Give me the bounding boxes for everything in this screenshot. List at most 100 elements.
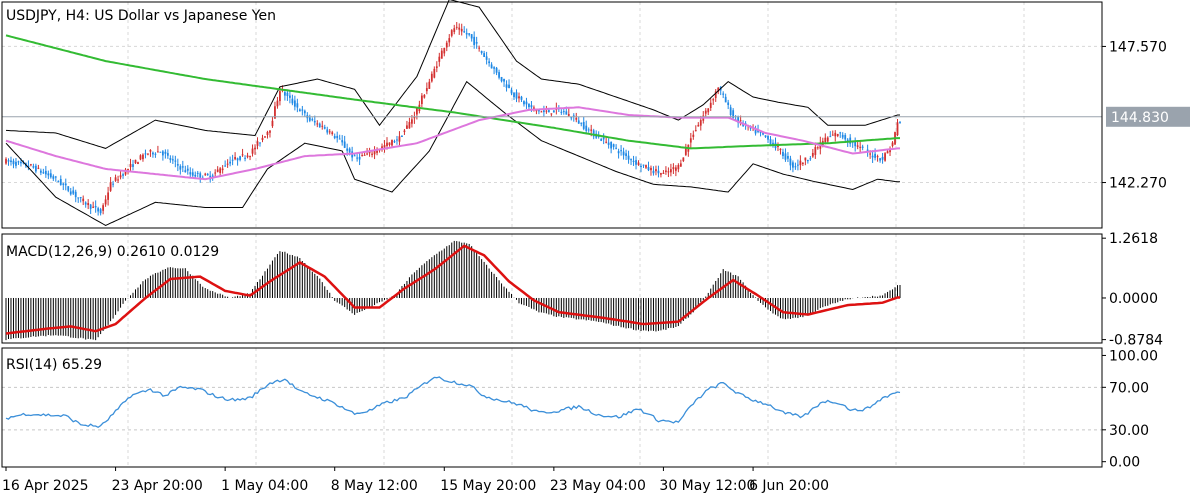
candle-body (291, 98, 294, 104)
bollinger-lower-band (5, 80, 900, 226)
candle-body (500, 76, 503, 82)
candle-body (216, 169, 219, 172)
candle-body (154, 153, 157, 155)
rsi-tick-label: 70.00 (1109, 380, 1149, 396)
candle-body (383, 145, 386, 148)
candle-body (682, 157, 685, 161)
candle-body (874, 153, 876, 158)
candle-body (10, 160, 12, 163)
candle-body (157, 151, 159, 153)
candle-body (498, 72, 500, 78)
candle-body (729, 107, 732, 115)
candle-body (590, 129, 593, 131)
candle-body (59, 178, 62, 185)
candle-body (450, 30, 453, 36)
candle-body (435, 66, 438, 69)
candle-body (610, 142, 613, 149)
candle-body (30, 164, 32, 166)
candle-body (707, 108, 710, 113)
candle-body (338, 138, 341, 140)
candle-body (520, 96, 523, 100)
rsi-line (5, 376, 901, 429)
candle-body (841, 134, 844, 138)
candle-body (32, 166, 35, 168)
candle-body (303, 110, 306, 114)
candle-body (107, 192, 110, 200)
candle-body (510, 89, 513, 94)
candle-body (313, 120, 316, 123)
candle-body (87, 203, 90, 206)
candle-body (39, 170, 42, 173)
candle-body (311, 119, 314, 121)
candle-body (396, 139, 398, 141)
candle-body (401, 136, 403, 138)
rsi-tick-label: 100.00 (1109, 348, 1158, 364)
candle-body (171, 159, 174, 161)
candle-body (645, 165, 647, 168)
candle-body (493, 67, 495, 69)
candle-body (112, 183, 114, 185)
candle-body (194, 174, 197, 177)
candle-body (89, 204, 92, 209)
candle-body (134, 159, 137, 164)
candle-body (79, 197, 82, 199)
candle-body (298, 109, 301, 112)
macd-tick-label: 0.0000 (1109, 291, 1158, 307)
candle-body (655, 169, 657, 172)
current-price-label: 144.830 (1111, 110, 1169, 126)
price-panel (1, 1, 1103, 229)
candle-body (674, 167, 677, 171)
candle-body (181, 166, 184, 168)
candle-body (241, 154, 244, 156)
candle-body (144, 153, 147, 155)
candle-body (856, 145, 859, 147)
candle-body (376, 150, 378, 153)
candle-body (251, 148, 254, 154)
candle-body (321, 125, 324, 127)
candle-body (485, 56, 488, 60)
candle-body (712, 99, 715, 101)
candle-body (859, 146, 862, 148)
candle-body (64, 183, 67, 186)
candle-body (829, 136, 832, 138)
candle-body (129, 164, 132, 168)
candle-body (271, 120, 274, 127)
candle-body (276, 100, 279, 107)
candle-body (286, 92, 289, 97)
candle-body (545, 110, 548, 112)
candle-body (570, 117, 573, 119)
candle-body (72, 190, 75, 194)
candle-body (266, 131, 269, 135)
candle-body (513, 92, 515, 98)
candle-body (525, 101, 528, 105)
candle-body (388, 142, 391, 145)
candle-body (550, 113, 553, 115)
candle-body (137, 162, 139, 165)
candle-body (221, 168, 224, 171)
candle-body (12, 160, 15, 165)
candle-body (615, 147, 618, 149)
candle-body (523, 101, 525, 105)
candle-body (580, 122, 583, 124)
rsi-panel (1, 347, 1103, 468)
candle-body (261, 137, 264, 141)
candle-body (371, 153, 373, 155)
candle-body (430, 73, 433, 82)
candle-body (443, 47, 446, 54)
candle-body (164, 151, 167, 154)
candle-body (632, 160, 635, 163)
candle-body (809, 158, 812, 160)
candle-body (109, 182, 112, 191)
candle-body (132, 164, 134, 167)
candle-body (642, 164, 645, 166)
candle-body (84, 202, 87, 205)
candle-body (336, 135, 339, 139)
candle-body (625, 153, 627, 157)
candle-body (353, 155, 356, 157)
candle-body (179, 166, 182, 170)
candle-body (42, 172, 45, 174)
candle-body (836, 133, 839, 136)
candle-body (470, 34, 473, 39)
candle-body (448, 38, 451, 43)
candle-body (358, 156, 361, 160)
